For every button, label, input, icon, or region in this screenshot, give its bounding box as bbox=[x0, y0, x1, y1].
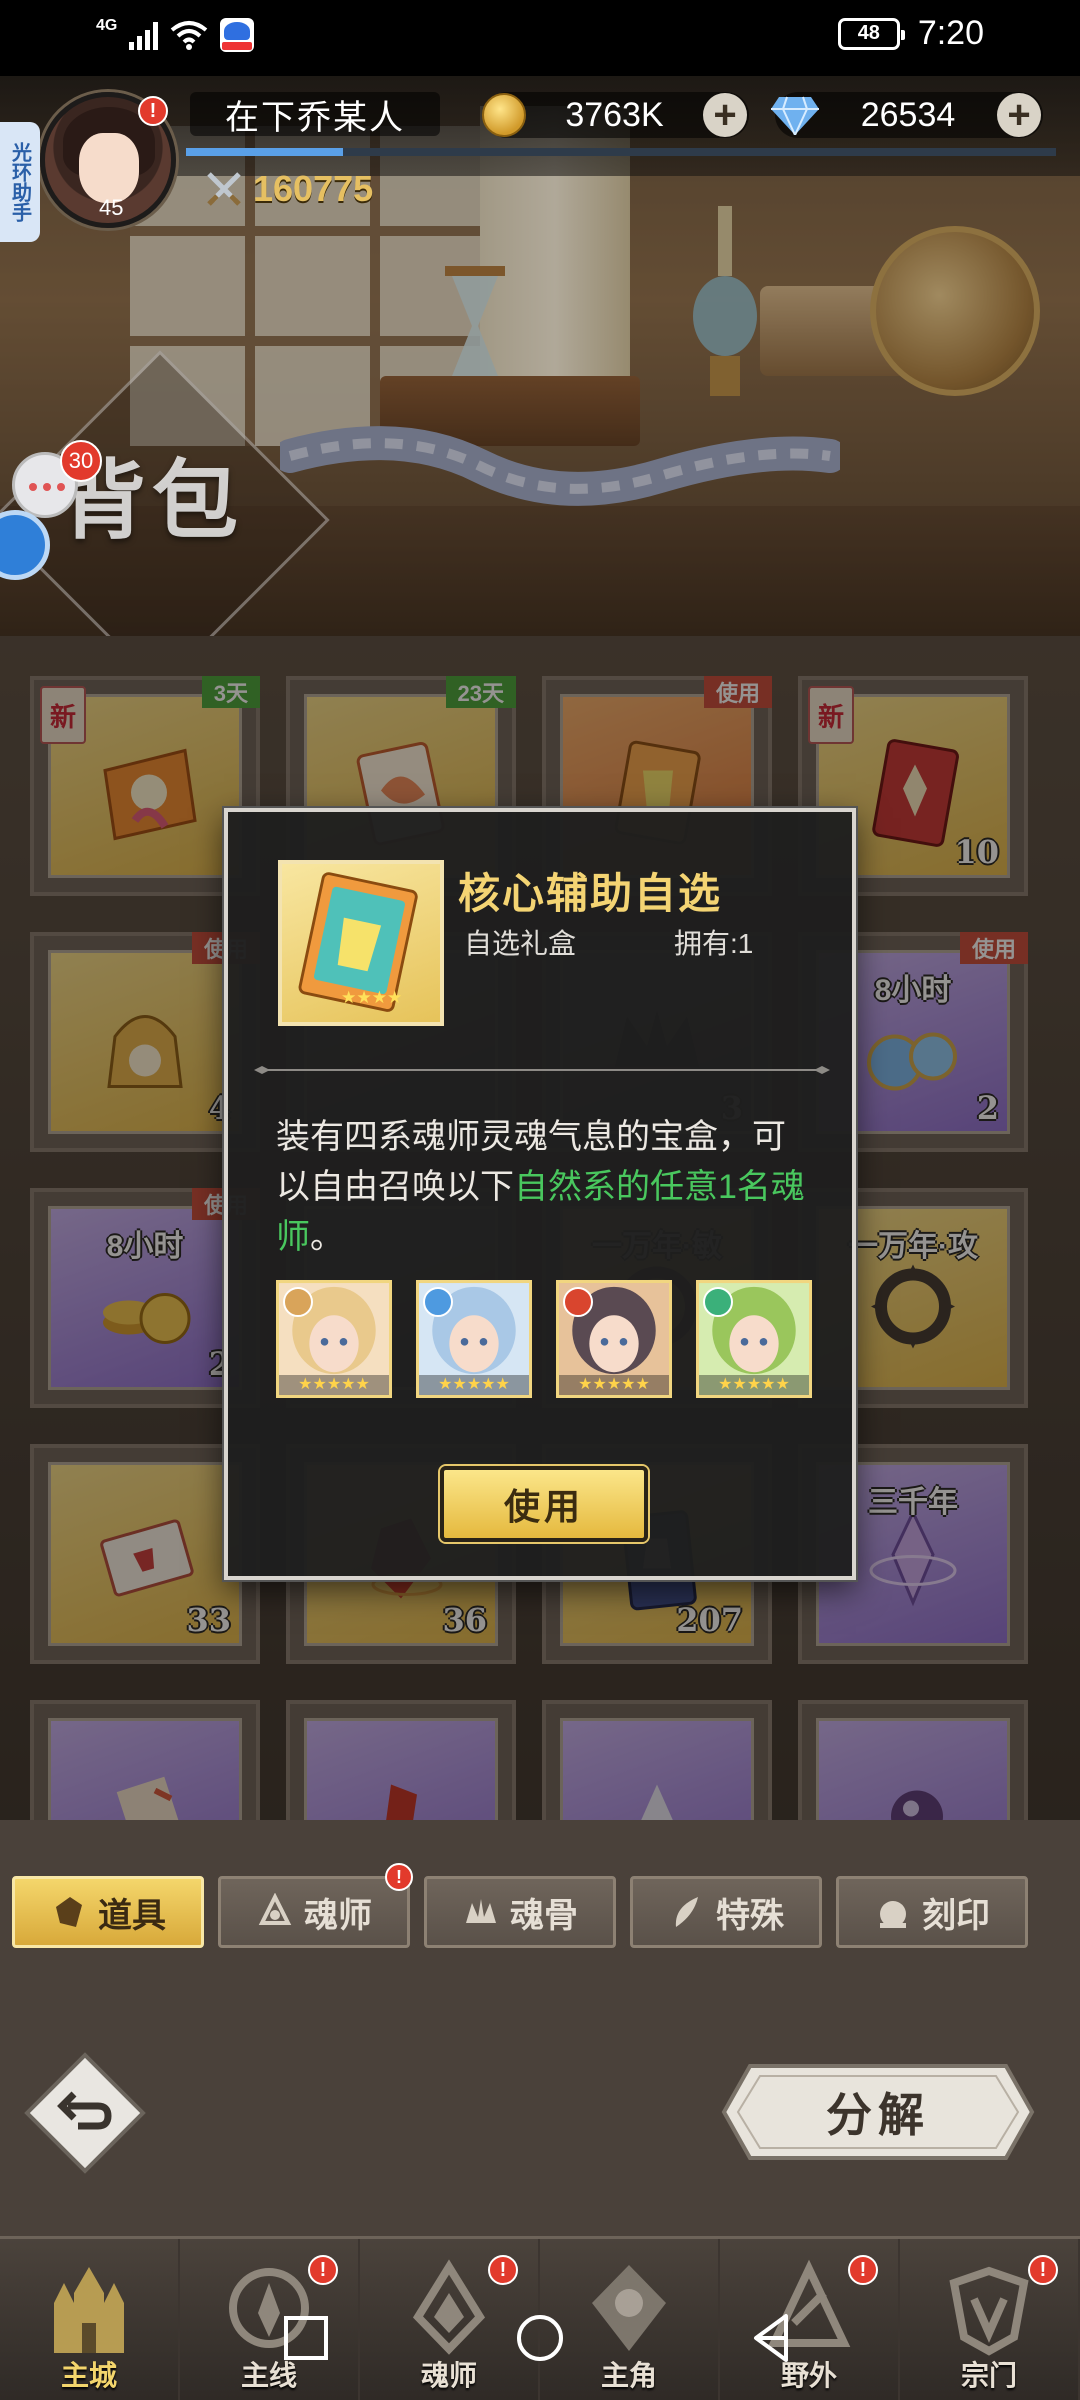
hero-option[interactable]: ★★★★★ bbox=[556, 1280, 672, 1398]
star-rating: ★★★★★ bbox=[559, 1375, 669, 1395]
star-rating: ★★★★★ bbox=[419, 1375, 529, 1395]
item-count: 36 bbox=[442, 1601, 487, 1639]
nav-alert-badge: ! bbox=[848, 2255, 878, 2285]
status-bar: 4G 48 7:20 bbox=[0, 0, 1080, 76]
hero-option[interactable]: ★★★★★ bbox=[276, 1280, 392, 1398]
tab-label: 魂师 bbox=[304, 1896, 372, 1935]
add-coins-button[interactable]: + bbox=[703, 93, 747, 137]
tab-2[interactable]: 魂师! bbox=[218, 1863, 413, 1948]
svg-text:★★★★: ★★★★ bbox=[341, 988, 402, 1008]
item-type: 自选礼盒 bbox=[464, 928, 577, 959]
player-level: 45 bbox=[99, 195, 124, 220]
gem-value: 26534 bbox=[860, 95, 956, 134]
exp-fill bbox=[186, 148, 343, 156]
battery-icon: 48 bbox=[837, 17, 905, 50]
slot-frame: 4 bbox=[48, 950, 242, 1134]
avatar-alert-badge: ! bbox=[138, 96, 168, 126]
recents-button bbox=[284, 2316, 328, 2360]
item-count: 2 bbox=[976, 1089, 999, 1127]
avatar-face bbox=[79, 133, 139, 203]
item-owned-count: 拥有:1 bbox=[674, 928, 754, 959]
new-item-tag: 新 bbox=[808, 686, 854, 744]
coin-icon bbox=[482, 93, 526, 137]
item-tag: 23天 bbox=[445, 676, 516, 708]
player-name: 在下乔某人 bbox=[190, 92, 440, 137]
tab-label: 魂骨 bbox=[510, 1896, 578, 1935]
hero-option[interactable]: ★★★★★ bbox=[416, 1280, 532, 1398]
item-tag: 3天 bbox=[201, 676, 260, 708]
status-left: 4G bbox=[96, 17, 255, 52]
nav-alert-badge: ! bbox=[1028, 2255, 1058, 2285]
nav-alert-badge: ! bbox=[308, 2255, 338, 2285]
selection-card-icon: ★★★★ bbox=[298, 872, 418, 1012]
fire-element-icon bbox=[563, 1287, 593, 1317]
gem-counter: 26534 + bbox=[771, 92, 1043, 138]
coin-counter: 3763K + bbox=[482, 92, 749, 138]
item-count: 207 bbox=[676, 1601, 743, 1639]
star-rating: ★★★★★ bbox=[279, 1375, 389, 1395]
item-tag: 使用 bbox=[959, 932, 1028, 964]
item-count: 10 bbox=[954, 833, 999, 871]
description-end: 。 bbox=[310, 1218, 344, 1256]
tab-label: 刻印 bbox=[922, 1896, 990, 1935]
decompose-button[interactable]: 分解 bbox=[720, 2062, 1036, 2162]
diamond-icon bbox=[771, 96, 819, 135]
use-button[interactable]: 使用 bbox=[440, 1466, 648, 1542]
app-root: 4G 48 7:20 45 ! 在下乔某人 160775 3763K + 265… bbox=[0, 0, 1080, 2400]
tab-5[interactable]: 刻印 bbox=[836, 1876, 1028, 1948]
crossed-swords-icon bbox=[207, 172, 241, 206]
light-element-icon bbox=[283, 1287, 313, 1317]
coin-value: 3763K bbox=[565, 95, 664, 134]
exp-bar bbox=[186, 148, 1056, 156]
wifi-icon bbox=[171, 21, 208, 50]
tab-label: 道具 bbox=[98, 1896, 166, 1935]
bone-icon bbox=[462, 1893, 500, 1931]
slot-frame: 8小时 2 bbox=[48, 1206, 242, 1390]
water-element-icon bbox=[423, 1287, 453, 1317]
status-right: 48 7:20 bbox=[837, 14, 984, 53]
hero-option[interactable]: ★★★★★ bbox=[696, 1280, 812, 1398]
tab-alert-badge: ! bbox=[385, 1863, 413, 1891]
item-description: 装有四系魂师灵魂气息的宝盒，可以自由召唤以下自然系的任意1名魂师。 bbox=[276, 1112, 816, 1262]
category-tabs: 道具 魂师! 魂骨 特殊 刻印 bbox=[12, 1863, 1072, 1952]
item-tag: 使用 bbox=[703, 676, 772, 708]
hero-options: ★★★★★ ★★★★★ ★★★★★ ★★★★★ bbox=[276, 1280, 812, 1398]
item-title: 核心辅助自选 bbox=[458, 870, 723, 917]
clock: 7:20 bbox=[917, 14, 984, 52]
slot-frame: 33 bbox=[48, 1462, 242, 1646]
special-icon bbox=[668, 1893, 706, 1931]
hero-icon bbox=[256, 1892, 294, 1931]
combat-power-value: 160775 bbox=[253, 168, 374, 209]
nav-alert-badge: ! bbox=[488, 2255, 518, 2285]
tab-3[interactable]: 魂骨 bbox=[424, 1876, 616, 1948]
item-count: 33 bbox=[186, 1601, 231, 1639]
network-type: 4G bbox=[96, 17, 118, 34]
assistant-side-tab[interactable]: 光环助手 bbox=[0, 122, 40, 242]
item-time-label: 8小时 bbox=[106, 1230, 184, 1263]
item-icon bbox=[50, 1893, 88, 1931]
gold-bag-icon bbox=[85, 987, 205, 1112]
tab-label: 特殊 bbox=[716, 1896, 784, 1935]
app-notification-icon bbox=[220, 18, 255, 52]
combat-power: 160775 bbox=[205, 168, 373, 210]
signal-icon bbox=[129, 20, 159, 50]
star-rating: ★★★★★ bbox=[699, 1375, 809, 1395]
wind-element-icon bbox=[703, 1287, 733, 1317]
home-button bbox=[517, 2315, 563, 2361]
back-nav-button bbox=[754, 2314, 788, 2362]
tab-1[interactable]: 道具 bbox=[12, 1876, 204, 1948]
back-button[interactable] bbox=[22, 2050, 148, 2176]
add-gems-button[interactable]: + bbox=[997, 93, 1041, 137]
item-detail-modal: ★★★★ 核心辅助自选 自选礼盒 拥有:1 装有四系魂师灵魂气息的宝盒，可以自由… bbox=[224, 808, 856, 1580]
gift-box-icon bbox=[85, 731, 205, 856]
seal-icon bbox=[874, 1893, 912, 1931]
item-icon: ★★★★ bbox=[278, 860, 444, 1026]
system-nav bbox=[284, 2314, 788, 2362]
divider bbox=[254, 1066, 830, 1074]
tab-4[interactable]: 特殊 bbox=[630, 1876, 822, 1948]
chat-count-badge: 30 bbox=[60, 440, 102, 482]
new-item-tag: 新 bbox=[40, 686, 86, 744]
